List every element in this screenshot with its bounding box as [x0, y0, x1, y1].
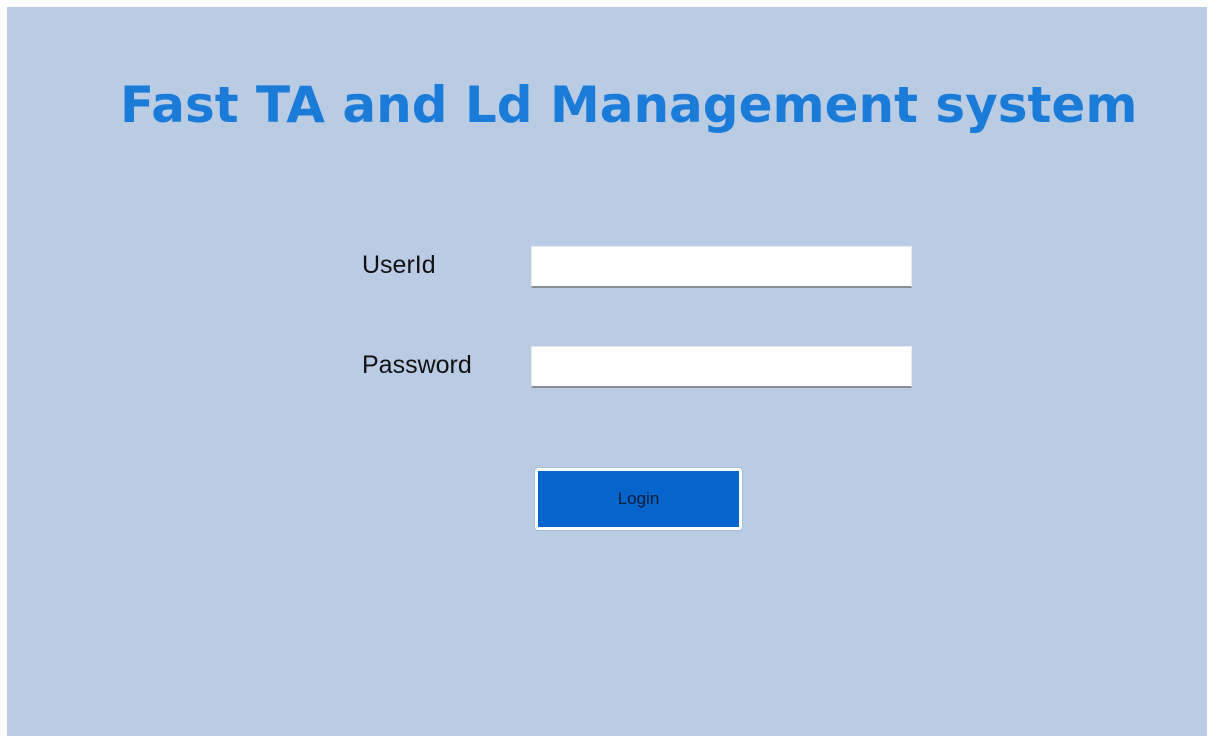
password-label: Password	[362, 351, 472, 379]
login-page: Fast TA and Ld Management system UserId …	[7, 7, 1207, 736]
userid-label: UserId	[362, 251, 436, 279]
userid-input[interactable]	[531, 246, 912, 288]
password-input[interactable]	[531, 346, 912, 388]
page-title: Fast TA and Ld Management system	[120, 76, 1138, 134]
login-button[interactable]: Login	[535, 468, 742, 530]
